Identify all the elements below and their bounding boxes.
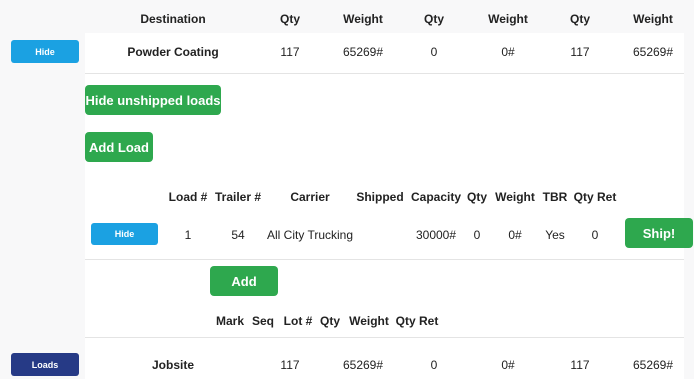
hide-load-button[interactable]: Hide bbox=[91, 223, 158, 245]
header-trailer-number: Trailer # bbox=[214, 190, 262, 204]
header-carrier: Carrier bbox=[290, 190, 330, 204]
header-qty-2: Qty bbox=[423, 12, 444, 26]
header-tbr: TBR bbox=[542, 190, 568, 204]
qty-2: 0 bbox=[430, 45, 438, 59]
header-item-qty-ret: Qty Ret bbox=[395, 314, 439, 328]
header-destination: Destination bbox=[140, 12, 206, 26]
destination-name: Jobsite bbox=[151, 358, 194, 372]
add-button[interactable]: Add bbox=[210, 266, 278, 296]
header-shipped: Shipped bbox=[356, 190, 404, 204]
header-qty-ret: Qty Ret bbox=[573, 190, 617, 204]
add-load-button[interactable]: Add Load bbox=[85, 132, 153, 162]
qty-3: 117 bbox=[570, 358, 590, 372]
header-qty: Qty bbox=[466, 190, 487, 204]
header-qty-1: Qty bbox=[279, 12, 300, 26]
items-divider bbox=[85, 337, 684, 338]
load-number: 1 bbox=[184, 228, 192, 242]
loads-button[interactable]: Loads bbox=[11, 353, 79, 376]
header-lot-number: Lot # bbox=[283, 314, 313, 328]
trailer-number: 54 bbox=[231, 228, 245, 242]
qty-1: 117 bbox=[280, 45, 300, 59]
header-capacity: Capacity bbox=[410, 190, 462, 204]
load-qty: 0 bbox=[473, 228, 481, 242]
header-weight-1: Weight bbox=[343, 12, 383, 26]
weight-1: 65269# bbox=[342, 358, 384, 372]
weight-3: 65269# bbox=[632, 358, 674, 372]
weight-3: 65269# bbox=[632, 45, 674, 59]
load-weight: 0# bbox=[508, 228, 522, 242]
header-item-weight: Weight bbox=[349, 314, 389, 328]
weight-1: 65269# bbox=[342, 45, 384, 59]
weight-2: 0# bbox=[501, 358, 515, 372]
load-row-divider bbox=[85, 259, 684, 260]
weight-2: 0# bbox=[501, 45, 515, 59]
qty-ret-value: 0 bbox=[591, 228, 599, 242]
qty-2: 0 bbox=[430, 358, 438, 372]
ship-button[interactable]: Ship! bbox=[625, 218, 693, 248]
header-weight: Weight bbox=[495, 190, 535, 204]
tbr-value: Yes bbox=[545, 228, 565, 242]
hide-unshipped-loads-button[interactable]: Hide unshipped loads bbox=[85, 85, 221, 115]
header-qty-3: Qty bbox=[569, 12, 590, 26]
header-seq: Seq bbox=[251, 314, 274, 328]
header-item-qty: Qty bbox=[319, 314, 340, 328]
right-gutter bbox=[684, 0, 694, 379]
header-weight-3: Weight bbox=[633, 12, 673, 26]
header-weight-2: Weight bbox=[488, 12, 528, 26]
qty-3: 117 bbox=[570, 45, 590, 59]
carrier-name: All City Trucking bbox=[266, 228, 354, 242]
qty-1: 117 bbox=[280, 358, 300, 372]
header-mark: Mark bbox=[215, 314, 244, 328]
row-divider bbox=[85, 73, 684, 74]
capacity-value: 30000# bbox=[415, 228, 457, 242]
header-load-number: Load # bbox=[168, 190, 208, 204]
destination-name: Powder Coating bbox=[127, 45, 219, 59]
hide-button[interactable]: Hide bbox=[11, 40, 79, 63]
